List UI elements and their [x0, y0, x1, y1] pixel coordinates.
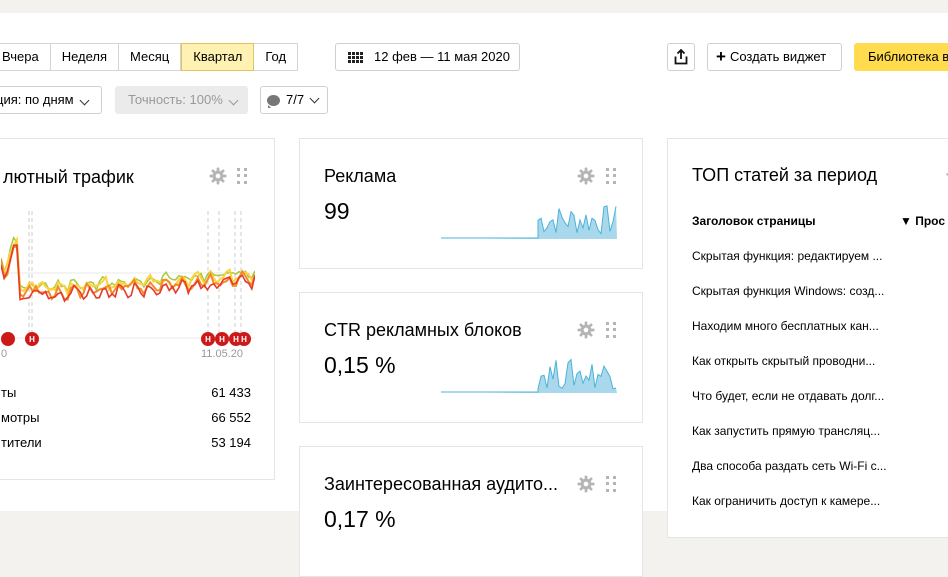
article-item[interactable]: Скрытая функция: редактируем ...	[692, 249, 902, 263]
event-marker[interactable]	[1, 332, 15, 346]
chart-date-right: 11.05.20	[201, 348, 244, 360]
drag-handle-icon[interactable]	[237, 168, 247, 184]
gear-icon[interactable]	[209, 167, 227, 185]
create-widget-label: Создать виджет	[729, 49, 827, 64]
more-icon[interactable]: ·	[944, 163, 948, 186]
legend-label: тители	[1, 435, 42, 450]
create-widget-button[interactable]: + Создать виджет	[707, 43, 842, 71]
period-yesterday[interactable]: Вчера	[0, 43, 51, 71]
audience-card: Заинтересованная аудито... 0,17 %	[299, 446, 643, 577]
ads-card: Реклама 99	[299, 138, 643, 269]
article-item[interactable]: Что будет, если не отдавать долг...	[692, 389, 902, 403]
legend-row: мотры 66 552	[1, 410, 251, 425]
ads-sparkline	[441, 205, 617, 239]
chevron-down-icon	[79, 95, 90, 106]
event-marker-label: Н	[29, 335, 35, 344]
gear-icon[interactable]	[577, 167, 595, 185]
date-range-label: 12 фев — 11 мая 2020	[374, 49, 510, 64]
column-header-title[interactable]: Заголовок страницы	[692, 214, 816, 228]
comment-icon	[267, 94, 280, 108]
library-button[interactable]: Библиотека в	[854, 43, 948, 71]
date-range-picker[interactable]: 12 фев — 11 мая 2020	[335, 43, 520, 71]
period-selector: Вчера Неделя Месяц Квартал Год	[0, 43, 299, 71]
gear-icon[interactable]	[577, 321, 595, 339]
period-month[interactable]: Месяц	[119, 43, 182, 71]
detail-select[interactable]: ция: по дням	[0, 86, 102, 114]
column-header-views[interactable]: ▼ Прос	[900, 214, 945, 228]
share-button[interactable]	[667, 43, 695, 71]
top-strip	[0, 0, 948, 13]
top-articles-title: ТОП статей за период	[692, 165, 878, 185]
calendar-icon	[348, 51, 363, 63]
event-marker-label: Н	[233, 335, 239, 344]
drag-handle-icon[interactable]	[606, 168, 616, 184]
event-marker-label: Н	[241, 335, 247, 344]
segments-label: 7/7	[286, 92, 305, 107]
drag-handle-icon[interactable]	[606, 322, 616, 338]
audience-card-title: Заинтересованная аудито...	[324, 474, 558, 494]
audience-value: 0,17 %	[324, 506, 396, 532]
share-icon	[674, 49, 688, 65]
ads-value: 99	[324, 198, 350, 224]
segments-select[interactable]: 7/7	[260, 86, 328, 114]
detail-label: ция: по дням	[0, 92, 74, 107]
legend-value: 66 552	[211, 410, 251, 425]
event-marker-label: Н	[219, 335, 225, 344]
ctr-card: CTR рекламных блоков 0,15 %	[299, 292, 643, 423]
article-item[interactable]: Как открыть скрытый проводни...	[692, 354, 902, 368]
ctr-card-title: CTR рекламных блоков	[324, 320, 522, 340]
legend-value: 61 433	[211, 385, 251, 400]
drag-handle-icon[interactable]	[606, 476, 616, 492]
traffic-line-chart: Н Н Н Н Н	[1, 211, 255, 346]
legend-label: мотры	[1, 410, 40, 425]
legend-label: ты	[1, 385, 17, 400]
article-item[interactable]: Два способа раздать сеть Wi-Fi c...	[692, 459, 902, 473]
ads-card-title: Реклама	[324, 166, 397, 186]
article-item[interactable]: Скрытая функция Windows: созд...	[692, 284, 902, 298]
accuracy-select[interactable]: Точность: 100%	[115, 86, 248, 114]
legend-row: тители 53 194	[1, 435, 251, 450]
gear-icon[interactable]	[577, 475, 595, 493]
article-item[interactable]: Как ограничить доступ к камере...	[692, 494, 902, 508]
legend-row: ты 61 433	[1, 385, 251, 400]
period-quarter[interactable]: Квартал	[181, 43, 255, 71]
article-item[interactable]: Как запустить прямую трансляц...	[692, 424, 902, 438]
event-marker-label: Н	[205, 335, 211, 344]
chevron-down-icon	[309, 93, 320, 103]
sparkline-area	[441, 359, 617, 393]
legend-value: 53 194	[211, 435, 251, 450]
traffic-card-title: лютный трафик	[3, 167, 134, 187]
plus-icon: +	[716, 47, 726, 66]
ctr-value: 0,15 %	[324, 352, 396, 378]
article-item[interactable]: Находим много бесплатных кан...	[692, 319, 902, 333]
chevron-down-icon	[228, 95, 239, 106]
period-week[interactable]: Неделя	[50, 43, 120, 71]
chart-date-left: 0	[1, 348, 8, 360]
top-articles-card	[667, 138, 948, 538]
period-year[interactable]: Год	[254, 43, 299, 71]
traffic-card: лютный трафик Н Н Н Н Н 0 11.05.20 ты 61…	[0, 138, 275, 480]
accuracy-label: Точность: 100%	[128, 92, 223, 107]
ctr-sparkline	[441, 358, 617, 393]
